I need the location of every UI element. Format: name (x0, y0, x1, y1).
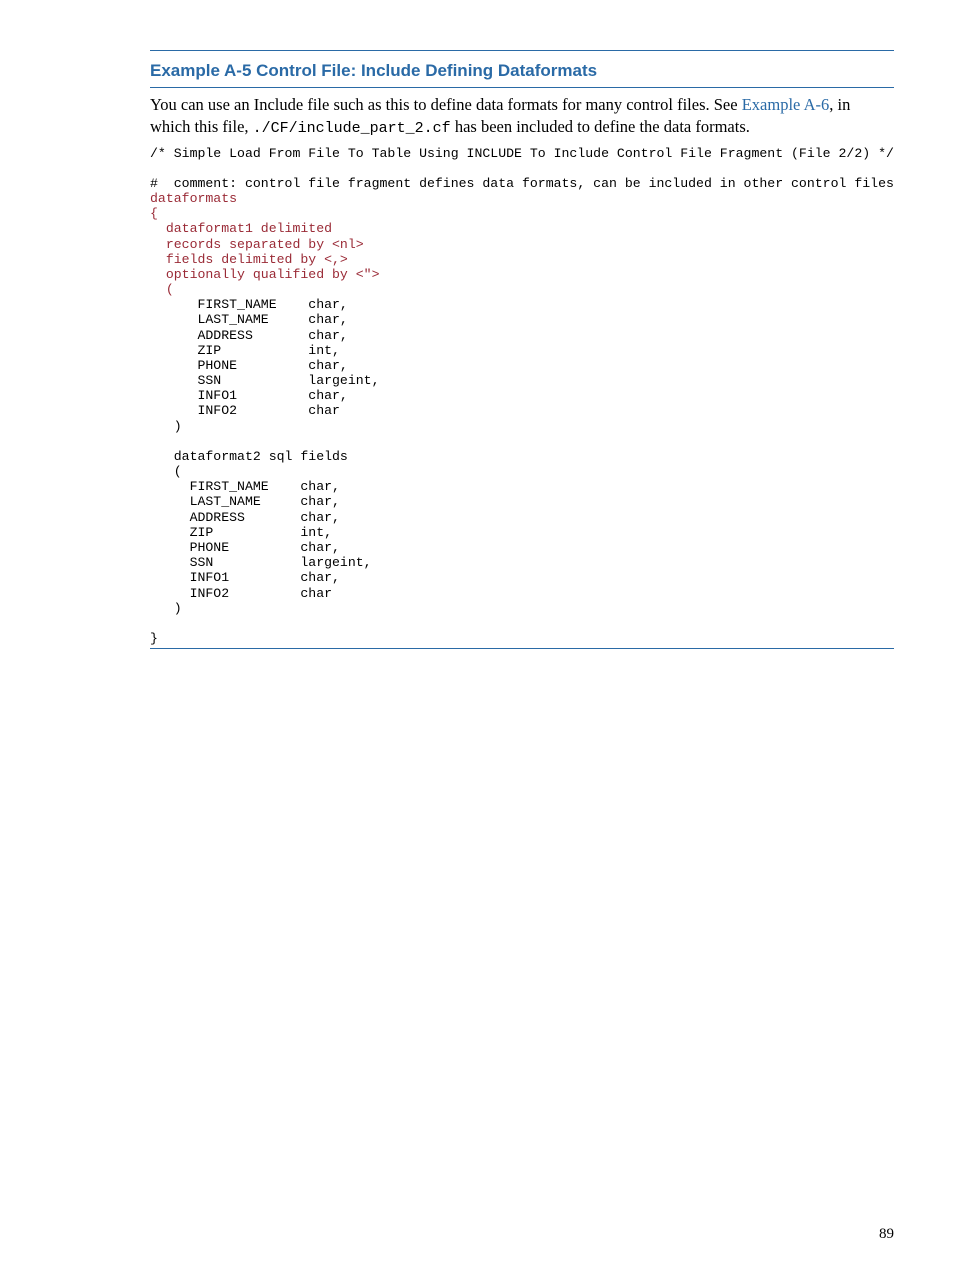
code-line: PHONE char, (150, 358, 348, 373)
code-line: ) (150, 419, 182, 434)
code-line: SSN largeint, (150, 373, 380, 388)
code-line: ( (150, 464, 182, 479)
code-line: ( (150, 282, 174, 297)
code-line: INFO2 char (150, 403, 340, 418)
example-heading: Example A-5 Control File: Include Defini… (150, 61, 894, 81)
code-line: dataformats (150, 191, 237, 206)
code-line: { (150, 206, 158, 221)
code-line: LAST_NAME char, (150, 494, 340, 509)
rule-top (150, 50, 894, 51)
code-line: ADDRESS char, (150, 328, 348, 343)
code-line: ) (150, 601, 182, 616)
code-line: LAST_NAME char, (150, 312, 348, 327)
code-line: SSN largeint, (150, 555, 372, 570)
intro-text-1: You can use an Include file such as this… (150, 95, 742, 114)
code-line: ZIP int, (150, 343, 340, 358)
code-block: /* Simple Load From File To Table Using … (150, 146, 894, 647)
intro-paragraph: You can use an Include file such as this… (150, 94, 894, 140)
code-line: INFO1 char, (150, 388, 348, 403)
example-a6-link[interactable]: Example A-6 (742, 95, 830, 114)
code-line: fields delimited by <,> (150, 252, 348, 267)
code-line: /* Simple Load From File To Table Using … (150, 146, 894, 161)
code-line: # comment: control file fragment defines… (150, 176, 894, 191)
code-line: FIRST_NAME char, (150, 297, 348, 312)
code-line: INFO2 char (150, 586, 332, 601)
intro-text-3: has been included to define the data for… (451, 117, 750, 136)
rule-bottom (150, 648, 894, 649)
code-line: dataformat1 delimited (150, 221, 332, 236)
code-line: } (150, 631, 158, 646)
code-line: records separated by <nl> (150, 237, 364, 252)
rule-under-heading (150, 87, 894, 88)
page-number: 89 (879, 1226, 894, 1243)
inline-code-path: ./CF/include_part_2.cf (253, 120, 451, 137)
code-line: optionally qualified by <"> (150, 267, 380, 282)
code-line: dataformat2 sql fields (150, 449, 348, 464)
code-line: PHONE char, (150, 540, 340, 555)
code-line: FIRST_NAME char, (150, 479, 340, 494)
code-line: INFO1 char, (150, 570, 340, 585)
code-line: ADDRESS char, (150, 510, 340, 525)
code-line: ZIP int, (150, 525, 332, 540)
